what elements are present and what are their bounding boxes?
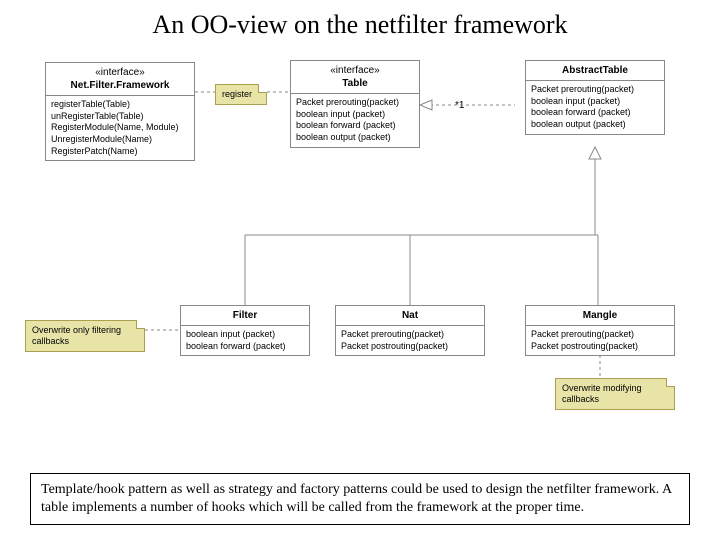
class-name: Net.Filter.Framework: [71, 80, 170, 91]
op: Packet prerouting(packet): [531, 84, 659, 96]
note-mangle: Overwrite modifying callbacks: [555, 378, 675, 410]
op: Packet prerouting(packet): [296, 97, 414, 109]
page-title: An OO-view on the netfilter framework: [0, 10, 720, 40]
uml-ops: boolean input (packet) boolean forward (…: [181, 326, 309, 355]
uml-box-table: «interface» Table Packet prerouting(pack…: [290, 60, 420, 148]
op: boolean forward (packet): [186, 341, 304, 353]
uml-box-mangle: Mangle Packet prerouting(packet) Packet …: [525, 305, 675, 356]
class-name: AbstractTable: [562, 65, 628, 76]
stereo-label: «interface»: [295, 64, 415, 77]
uml-ops: Packet prerouting(packet) Packet postrou…: [526, 326, 674, 355]
class-name: Nat: [402, 310, 418, 321]
op: boolean input (packet): [296, 109, 414, 121]
class-name: Mangle: [583, 310, 617, 321]
op: boolean output (packet): [531, 119, 659, 131]
op: boolean forward (packet): [296, 120, 414, 132]
op: boolean forward (packet): [531, 107, 659, 119]
op: Packet postrouting(packet): [531, 341, 669, 353]
op: UnregisterModule(Name): [51, 134, 189, 146]
op: RegisterModule(Name, Module): [51, 122, 189, 134]
uml-box-filter: Filter boolean input (packet) boolean fo…: [180, 305, 310, 356]
uml-box-abstract: AbstractTable Packet prerouting(packet) …: [525, 60, 665, 135]
op: unRegisterTable(Table): [51, 111, 189, 123]
uml-ops: registerTable(Table) unRegisterTable(Tab…: [46, 96, 194, 160]
uml-box-framework: «interface» Net.Filter.Framework registe…: [45, 62, 195, 161]
op: RegisterPatch(Name): [51, 146, 189, 158]
op: Packet postrouting(packet): [341, 341, 479, 353]
uml-ops: Packet prerouting(packet) Packet postrou…: [336, 326, 484, 355]
op: boolean output (packet): [296, 132, 414, 144]
op: Packet prerouting(packet): [341, 329, 479, 341]
class-name: Filter: [233, 310, 257, 321]
multiplicity-label: *1: [455, 100, 464, 111]
op: Packet prerouting(packet): [531, 329, 669, 341]
note-register: register: [215, 84, 267, 105]
stereo-label: «interface»: [50, 66, 190, 79]
note-text: Overwrite only filtering callbacks: [32, 325, 121, 346]
note-text: Overwrite modifying callbacks: [562, 383, 642, 404]
uml-ops: Packet prerouting(packet) boolean input …: [291, 94, 419, 147]
note-text: register: [222, 89, 252, 99]
op: boolean input (packet): [531, 96, 659, 108]
note-filter: Overwrite only filtering callbacks: [25, 320, 145, 352]
op: registerTable(Table): [51, 99, 189, 111]
uml-box-nat: Nat Packet prerouting(packet) Packet pos…: [335, 305, 485, 356]
class-name: Table: [342, 78, 367, 89]
uml-ops: Packet prerouting(packet) boolean input …: [526, 81, 664, 134]
footer-text: Template/hook pattern as well as strateg…: [30, 473, 690, 525]
op: boolean input (packet): [186, 329, 304, 341]
